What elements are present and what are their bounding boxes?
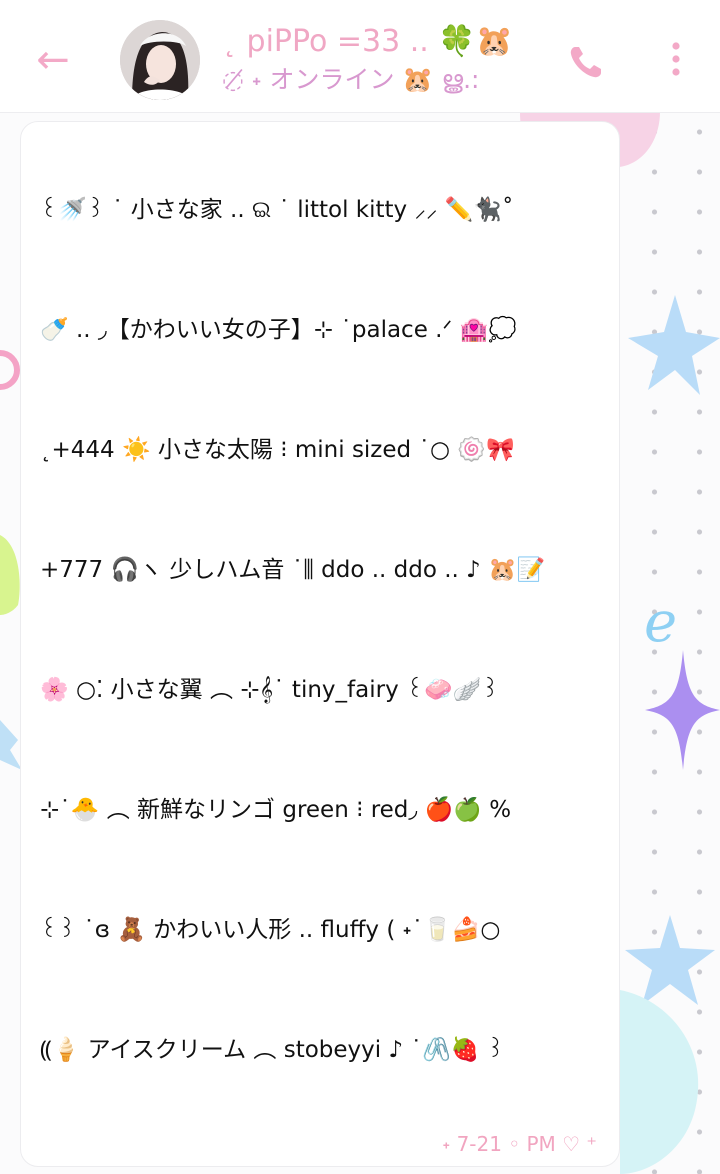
message-line: 🌸 ○⁚ 小さな翼 ︵ ⊹𝄞˙ tiny_fairy ꒰🧼🪽꒱ xyxy=(40,677,500,703)
message-bubble[interactable]: ꒰🚿꒱ ˙ 小さな家 .. ଇ ˙ littol kitty ⸝⸝ ✏️🐈‍⬛˚… xyxy=(20,121,620,1167)
more-options-button[interactable] xyxy=(664,40,688,80)
contact-name[interactable]: ˛ piPPo =33 .. 🍀🐹 xyxy=(222,22,552,62)
back-button[interactable]: ← xyxy=(30,38,76,82)
purple-sparkle-decoration xyxy=(645,650,720,770)
chat-header: ← ˛ piPPo =33 .. 🍀🐹 ◌̸ ˖ オンライン 🐹 ൠ.: xyxy=(0,0,720,113)
lime-blob-decoration xyxy=(0,535,20,615)
message-line: +777 🎧ヽ 少しハム音 ˙⫼ ddo .. ddo .. ♪ 🐹📝 xyxy=(40,557,546,583)
letter-e-decoration: e xyxy=(644,590,678,655)
message-line: ˛+444 ☀️ 小さな太陽 ⁝ mini sized ˙○ 🍥🎀 xyxy=(40,437,515,463)
blue-starfish-decoration xyxy=(628,295,720,395)
more-vertical-icon xyxy=(672,42,680,76)
avatar[interactable] xyxy=(120,20,200,100)
message-line: 🍼 .. ◞【かわいい女の子】⊹ ˙palace .ᐟ 🏩💭 xyxy=(40,317,517,343)
online-status: ◌̸ ˖ オンライン 🐹 ൠ.: xyxy=(222,65,480,94)
message-timestamp: ˖ 7-21 ◦ PM ♡ ⁺ xyxy=(442,1132,597,1156)
call-button[interactable] xyxy=(566,42,606,82)
message-line xyxy=(40,1082,610,1122)
message-line: ⊹˙🐣 ︵ 新鮮なリンゴ green ⁝ red◞ 🍎🍏 % xyxy=(40,797,512,823)
message-line: ꒰🚿꒱ ˙ 小さな家 .. ଇ ˙ littol kitty ⸝⸝ ✏️🐈‍⬛˚ xyxy=(40,197,514,223)
message-line: ꒰꒱ ˙ɞ 🧸 かわいい人形 .. fluffy ( ˖˙🥛🍰○ xyxy=(40,917,501,943)
message-line: ⸨🍦 アイスクリーム ︵ stobeyyi ♪ ˙🖇️🍓 ꒱ xyxy=(40,1037,505,1063)
phone-icon xyxy=(570,47,601,78)
arrow-left-icon: ← xyxy=(36,37,70,83)
